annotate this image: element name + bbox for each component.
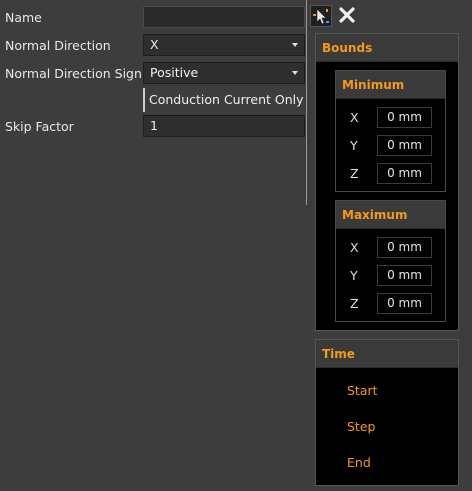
minimum-x-input[interactable]: 0 mm	[377, 107, 432, 128]
minimum-y-input[interactable]: 0 mm	[377, 135, 432, 156]
name-label: Name	[5, 10, 42, 25]
maximum-z-label: Z	[350, 296, 359, 311]
normal-direction-label: Normal Direction	[5, 38, 111, 53]
maximum-x-input[interactable]: 0 mm	[377, 237, 432, 258]
minimum-y-label: Y	[350, 138, 358, 153]
splitter[interactable]	[306, 0, 307, 205]
maximum-y-label: Y	[350, 268, 358, 283]
skip-factor-input[interactable]: 1	[143, 115, 305, 137]
normal-direction-sign-select[interactable]: Positive	[143, 62, 305, 84]
maximum-title: Maximum	[336, 201, 445, 229]
close-icon	[339, 7, 355, 23]
maximum-x-label: X	[350, 240, 359, 255]
close-button[interactable]	[337, 5, 357, 25]
conduction-current-only-checkbox[interactable]: Conduction Current Only	[143, 88, 305, 112]
cursor-select-button[interactable]	[310, 5, 332, 27]
maximum-z-input[interactable]: 0 mm	[377, 293, 432, 314]
cursor-select-icon	[313, 8, 329, 25]
maximum-y-input[interactable]: 0 mm	[377, 265, 432, 286]
time-title: Time	[316, 340, 458, 368]
name-input[interactable]	[143, 6, 305, 28]
minimum-title: Minimum	[336, 71, 445, 99]
time-panel: Time Start Step End	[315, 339, 459, 486]
minimum-z-input[interactable]: 0 mm	[377, 163, 432, 184]
normal-direction-value: X	[150, 37, 159, 52]
bounds-title: Bounds	[316, 34, 458, 62]
minimum-panel: Minimum X 0 mm Y 0 mm Z 0 mm	[335, 70, 446, 192]
maximum-panel: Maximum X 0 mm Y 0 mm Z 0 mm	[335, 200, 446, 322]
minimum-x-label: X	[350, 110, 359, 125]
minimum-z-label: Z	[350, 166, 359, 181]
chevron-down-icon	[292, 43, 298, 47]
normal-direction-sign-value: Positive	[150, 65, 199, 80]
normal-direction-select[interactable]: X	[143, 34, 305, 56]
time-start[interactable]: Start	[347, 383, 378, 398]
time-step[interactable]: Step	[347, 419, 375, 434]
time-end[interactable]: End	[347, 455, 371, 470]
normal-direction-sign-label: Normal Direction Sign	[5, 66, 142, 81]
bounds-panel: Bounds Minimum X 0 mm Y 0 mm Z 0 mm Maxi…	[315, 33, 459, 331]
chevron-down-icon	[292, 71, 298, 75]
skip-factor-label: Skip Factor	[5, 119, 74, 134]
